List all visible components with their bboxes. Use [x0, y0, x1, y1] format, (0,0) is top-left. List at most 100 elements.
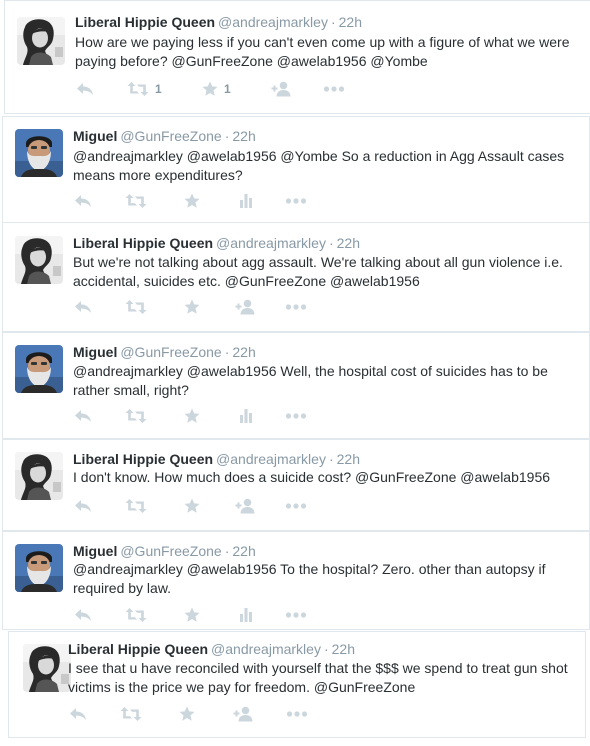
avatar[interactable] [15, 544, 63, 592]
username[interactable]: @andreajmarkley [216, 451, 326, 467]
reply-button[interactable] [75, 79, 95, 99]
avatar[interactable] [15, 452, 63, 500]
tweet-text: @andreajmarkley @awelab1956 @Yombe So a … [73, 148, 565, 183]
favorite-button[interactable] [184, 605, 200, 625]
follow-button[interactable] [235, 297, 255, 317]
username[interactable]: @GunFreeZone [120, 344, 221, 360]
tweet-card[interactable]: Miguel @GunFreeZone · 22h @andreajmarkley @… [2, 531, 590, 630]
timestamp[interactable]: 22h [232, 344, 255, 360]
reply-icon [73, 607, 93, 623]
reply-button[interactable] [73, 406, 93, 426]
tweet-card[interactable]: Liberal Hippie Queen @andreajmarkley · 22h … [2, 439, 590, 531]
username[interactable]: @GunFreeZone [120, 128, 221, 144]
more-icon [285, 197, 307, 205]
retweet-button[interactable] [125, 605, 147, 625]
analytics-button[interactable] [239, 191, 253, 211]
bar-chart-icon [239, 408, 253, 424]
more-icon [285, 611, 307, 619]
bar-chart-icon [239, 193, 253, 209]
timestamp[interactable]: 22h [232, 543, 255, 559]
retweet-button[interactable] [125, 297, 147, 317]
tweet-text: @andreajmarkley @awelab1956 Well, the ho… [73, 363, 548, 398]
more-button[interactable] [323, 79, 345, 99]
reply-button[interactable] [73, 191, 93, 211]
more-button[interactable] [285, 297, 307, 317]
timestamp[interactable]: 22h [339, 14, 362, 30]
analytics-button[interactable] [239, 406, 253, 426]
tweet-text: I don't know. How much does a suicide co… [73, 469, 551, 485]
more-icon [286, 710, 308, 718]
follow-button[interactable] [233, 704, 253, 724]
retweet-icon [125, 408, 147, 424]
more-button[interactable] [285, 406, 307, 426]
reply-button[interactable] [73, 605, 93, 625]
fullname[interactable]: Liberal Hippie Queen [73, 235, 213, 251]
retweet-button[interactable] [125, 191, 147, 211]
analytics-button[interactable] [239, 605, 253, 625]
reply-button[interactable] [73, 297, 93, 317]
avatar-image [15, 236, 63, 284]
retweet-button[interactable]: 1 [127, 79, 162, 99]
avatar[interactable] [23, 644, 71, 692]
tweet-text: How are we paying less if you can't even… [75, 34, 570, 69]
follow-icon [235, 299, 255, 315]
retweet-icon [125, 193, 147, 209]
timestamp[interactable]: 22h [337, 451, 360, 467]
username[interactable]: @andreajmarkley [216, 235, 326, 251]
favorite-button[interactable] [179, 704, 195, 724]
more-icon [323, 85, 345, 93]
retweet-button[interactable] [120, 704, 142, 724]
reply-button[interactable] [73, 496, 93, 516]
more-button[interactable] [285, 191, 307, 211]
avatar[interactable] [15, 236, 63, 284]
tweet-card[interactable]: Liberal Hippie Queen @andreajmarkley · 22h … [4, 0, 590, 114]
fullname[interactable]: Miguel [73, 128, 117, 144]
fullname[interactable]: Liberal Hippie Queen [68, 641, 208, 657]
tweet-card[interactable]: Liberal Hippie Queen @andreajmarkley · 22h … [2, 222, 590, 332]
follow-button[interactable] [235, 496, 255, 516]
favorite-button[interactable] [184, 297, 200, 317]
favorite-button[interactable]: 1 [202, 79, 231, 99]
tweet-card[interactable]: Miguel @GunFreeZone · 22h @andreajmarkley @… [2, 332, 590, 439]
reply-button[interactable] [68, 704, 88, 724]
avatar[interactable] [15, 129, 63, 177]
more-button[interactable] [285, 605, 307, 625]
star-icon [184, 498, 200, 514]
timestamp[interactable]: 22h [337, 235, 360, 251]
tweet-card[interactable]: Liberal Hippie Queen @andreajmarkley · 22h … [8, 631, 586, 738]
fullname[interactable]: Miguel [73, 543, 117, 559]
username[interactable]: @andreajmarkley [218, 14, 328, 30]
reply-icon [73, 193, 93, 209]
favorite-button[interactable] [184, 406, 200, 426]
fullname[interactable]: Liberal Hippie Queen [75, 14, 215, 30]
favorite-button[interactable] [184, 191, 200, 211]
more-button[interactable] [286, 704, 308, 724]
reply-icon [73, 498, 93, 514]
favorite-count: 1 [224, 82, 231, 96]
reply-icon [73, 408, 93, 424]
tweet-card[interactable]: Miguel @GunFreeZone · 22h @andreajmarkley @… [2, 116, 590, 223]
retweet-button[interactable] [125, 406, 147, 426]
star-icon [184, 193, 200, 209]
tweet-header: Liberal Hippie Queen @andreajmarkley · 22h [73, 234, 360, 252]
retweet-button[interactable] [125, 496, 147, 516]
tweet-text: I see that u have reconciled with yourse… [68, 660, 568, 695]
star-icon [184, 607, 200, 623]
follow-button[interactable] [271, 79, 291, 99]
retweet-icon [125, 498, 147, 514]
favorite-button[interactable] [184, 496, 200, 516]
fullname[interactable]: Liberal Hippie Queen [73, 451, 213, 467]
avatar[interactable] [17, 17, 65, 65]
username[interactable]: @GunFreeZone [120, 543, 221, 559]
retweet-icon [125, 607, 147, 623]
timestamp[interactable]: 22h [332, 641, 355, 657]
follow-icon [233, 706, 253, 722]
username[interactable]: @andreajmarkley [211, 641, 321, 657]
timestamp[interactable]: 22h [232, 128, 255, 144]
follow-icon [235, 498, 255, 514]
fullname[interactable]: Miguel [73, 344, 117, 360]
avatar[interactable] [15, 345, 63, 393]
more-button[interactable] [285, 496, 307, 516]
separator: · [328, 235, 334, 251]
tweet-header: Liberal Hippie Queen @andreajmarkley · 22h [75, 13, 362, 31]
